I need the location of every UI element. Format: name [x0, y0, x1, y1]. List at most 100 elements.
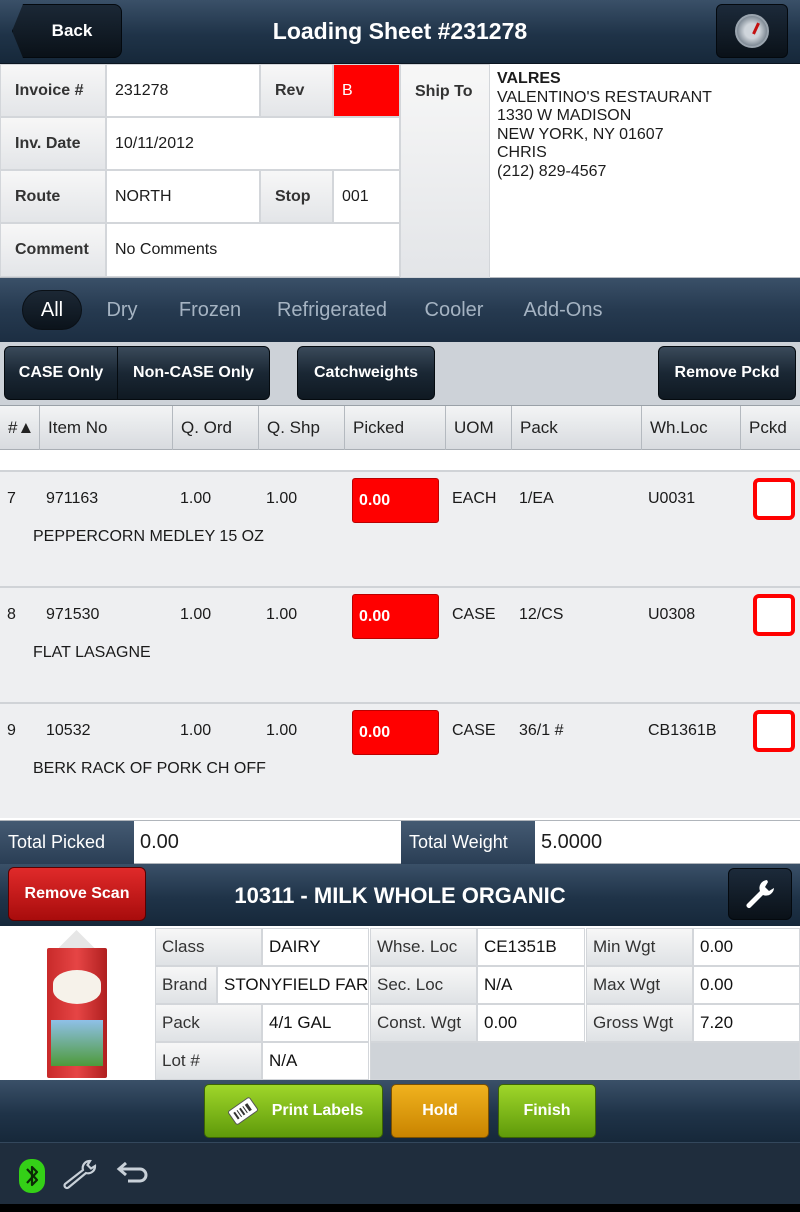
- row-number: 8: [7, 606, 16, 623]
- total-picked-label: Total Picked: [0, 821, 134, 864]
- row-q-ord: 1.00: [180, 490, 212, 507]
- ship-to-name: VALENTINO'S RESTAURANT: [497, 88, 712, 106]
- dashboard-button[interactable]: [716, 4, 788, 58]
- row-item-no: 971163: [46, 490, 99, 507]
- row-q-ord: 1.00: [180, 606, 212, 623]
- picked-quantity-field[interactable]: 0.00: [352, 478, 439, 523]
- case-only-button[interactable]: CASE Only: [4, 346, 118, 400]
- max-wgt-value: 0.00: [693, 966, 800, 1004]
- inv-date-value: 10/11/2012: [106, 117, 400, 170]
- brand-label: Brand: [155, 966, 217, 1004]
- totals-bar: Total Picked 0.00 Total Weight 5.0000: [0, 820, 800, 864]
- col-q-ord[interactable]: Q. Ord: [173, 406, 259, 450]
- tab-frozen[interactable]: Frozen: [174, 290, 246, 330]
- picked-quantity-field[interactable]: 0.00: [352, 710, 439, 755]
- row-wh-loc: U0308: [648, 606, 696, 623]
- comment-label: Comment: [0, 223, 106, 277]
- class-label: Class: [155, 928, 262, 966]
- milk-carton-image: [45, 930, 109, 1078]
- stop-label: Stop: [260, 170, 333, 223]
- filter-bar: CASE Only Non-CASE Only Catchweights Rem…: [0, 342, 800, 406]
- row-uom: EACH: [452, 490, 497, 507]
- tab-dry[interactable]: Dry: [96, 290, 148, 330]
- gauge-icon: [735, 14, 769, 48]
- sec-loc-label: Sec. Loc: [370, 966, 477, 1004]
- row-wh-loc: U0031: [648, 490, 696, 507]
- const-wgt-label: Const. Wgt: [370, 1004, 477, 1042]
- col-item-no[interactable]: Item No: [40, 406, 173, 450]
- category-tabs: All Dry Frozen Refrigerated Cooler Add-O…: [0, 278, 800, 342]
- sec-loc-value: N/A: [477, 966, 585, 1004]
- table-header: #▲ Item No Q. Ord Q. Shp Picked UOM Pack…: [0, 406, 800, 450]
- col-q-shp[interactable]: Q. Shp: [259, 406, 345, 450]
- item-list: 7 971163 1.00 1.00 0.00 EACH 1/EA U0031 …: [0, 450, 800, 820]
- col-wh-loc[interactable]: Wh.Loc: [642, 406, 741, 450]
- col-number[interactable]: #▲: [0, 406, 40, 450]
- ship-to-label: Ship To: [400, 64, 490, 278]
- invoice-label: Invoice #: [0, 64, 106, 117]
- row-uom: CASE: [452, 606, 496, 623]
- picked-checkbox[interactable]: [753, 594, 795, 636]
- remove-pckd-button[interactable]: Remove Pckd: [658, 346, 796, 400]
- row-q-ord: 1.00: [180, 722, 212, 739]
- tab-cooler[interactable]: Cooler: [418, 290, 490, 330]
- undo-icon[interactable]: [114, 1159, 150, 1191]
- inv-date-label: Inv. Date: [0, 117, 106, 170]
- col-pack[interactable]: Pack: [512, 406, 642, 450]
- tab-all[interactable]: All: [22, 290, 82, 330]
- stop-value: 001: [333, 170, 400, 223]
- table-row[interactable]: 7 971163 1.00 1.00 0.00 EACH 1/EA U0031 …: [0, 470, 800, 586]
- non-case-only-button[interactable]: Non-CASE Only: [117, 346, 270, 400]
- print-labels-button[interactable]: Print Labels: [204, 1084, 383, 1138]
- row-number: 9: [7, 722, 16, 739]
- row-description: BERK RACK OF PORK CH OFF: [33, 760, 266, 777]
- product-image: [0, 926, 153, 1080]
- action-bar: Print Labels Hold Finish: [0, 1080, 800, 1142]
- pack-value: 4/1 GAL: [262, 1004, 369, 1042]
- bluetooth-icon[interactable]: [18, 1158, 46, 1194]
- tab-add-ons[interactable]: Add-Ons: [516, 290, 610, 330]
- table-row[interactable]: 8 971530 1.00 1.00 0.00 CASE 12/CS U0308…: [0, 586, 800, 702]
- row-pack: 1/EA: [519, 490, 554, 507]
- ship-to-address: VALRES VALENTINO'S RESTAURANT 1330 W MAD…: [490, 64, 800, 278]
- ship-to-code: VALRES: [497, 70, 561, 87]
- min-wgt-value: 0.00: [693, 928, 800, 966]
- wrench-settings-icon[interactable]: [60, 1157, 100, 1193]
- catchweights-button[interactable]: Catchweights: [297, 346, 435, 400]
- row-description: FLAT LASAGNE: [33, 644, 151, 661]
- rev-label: Rev: [260, 64, 333, 117]
- const-wgt-value: 0.00: [477, 1004, 585, 1042]
- col-pckd[interactable]: Pckd: [741, 406, 800, 450]
- remove-scan-button[interactable]: Remove Scan: [8, 867, 146, 921]
- top-header: Back Loading Sheet #231278: [0, 0, 800, 64]
- back-button[interactable]: Back: [12, 4, 122, 58]
- total-weight-label: Total Weight: [401, 821, 535, 864]
- hold-button[interactable]: Hold: [391, 1084, 489, 1138]
- system-status-bar: [0, 1142, 800, 1212]
- table-row[interactable]: 9 10532 1.00 1.00 0.00 CASE 36/1 # CB136…: [0, 702, 800, 818]
- row-pack: 36/1 #: [519, 722, 564, 739]
- row-q-shp: 1.00: [266, 606, 298, 623]
- row-description: PEPPERCORN MEDLEY 15 OZ: [33, 528, 264, 545]
- row-item-no: 10532: [46, 722, 91, 739]
- ship-to-phone: (212) 829-4567: [497, 162, 607, 180]
- col-uom[interactable]: UOM: [446, 406, 512, 450]
- min-wgt-label: Min Wgt: [586, 928, 693, 966]
- item-settings-button[interactable]: [728, 868, 792, 920]
- page-title: Loading Sheet #231278: [272, 18, 528, 44]
- col-picked[interactable]: Picked: [345, 406, 446, 450]
- picked-checkbox[interactable]: [753, 478, 795, 520]
- pack-label: Pack: [155, 1004, 262, 1042]
- invoice-value: 231278: [106, 64, 260, 117]
- rev-value: B: [333, 64, 400, 117]
- picked-quantity-field[interactable]: 0.00: [352, 594, 439, 639]
- finish-button[interactable]: Finish: [498, 1084, 596, 1138]
- tab-refrigerated[interactable]: Refrigerated: [272, 290, 392, 330]
- print-labels-label: Print Labels: [271, 1102, 364, 1119]
- picked-checkbox[interactable]: [753, 710, 795, 752]
- route-label: Route: [0, 170, 106, 223]
- max-wgt-label: Max Wgt: [586, 966, 693, 1004]
- class-value: DAIRY: [262, 928, 369, 966]
- lot-value: N/A: [262, 1042, 369, 1080]
- ship-to-street: 1330 W MADISON: [497, 107, 632, 125]
